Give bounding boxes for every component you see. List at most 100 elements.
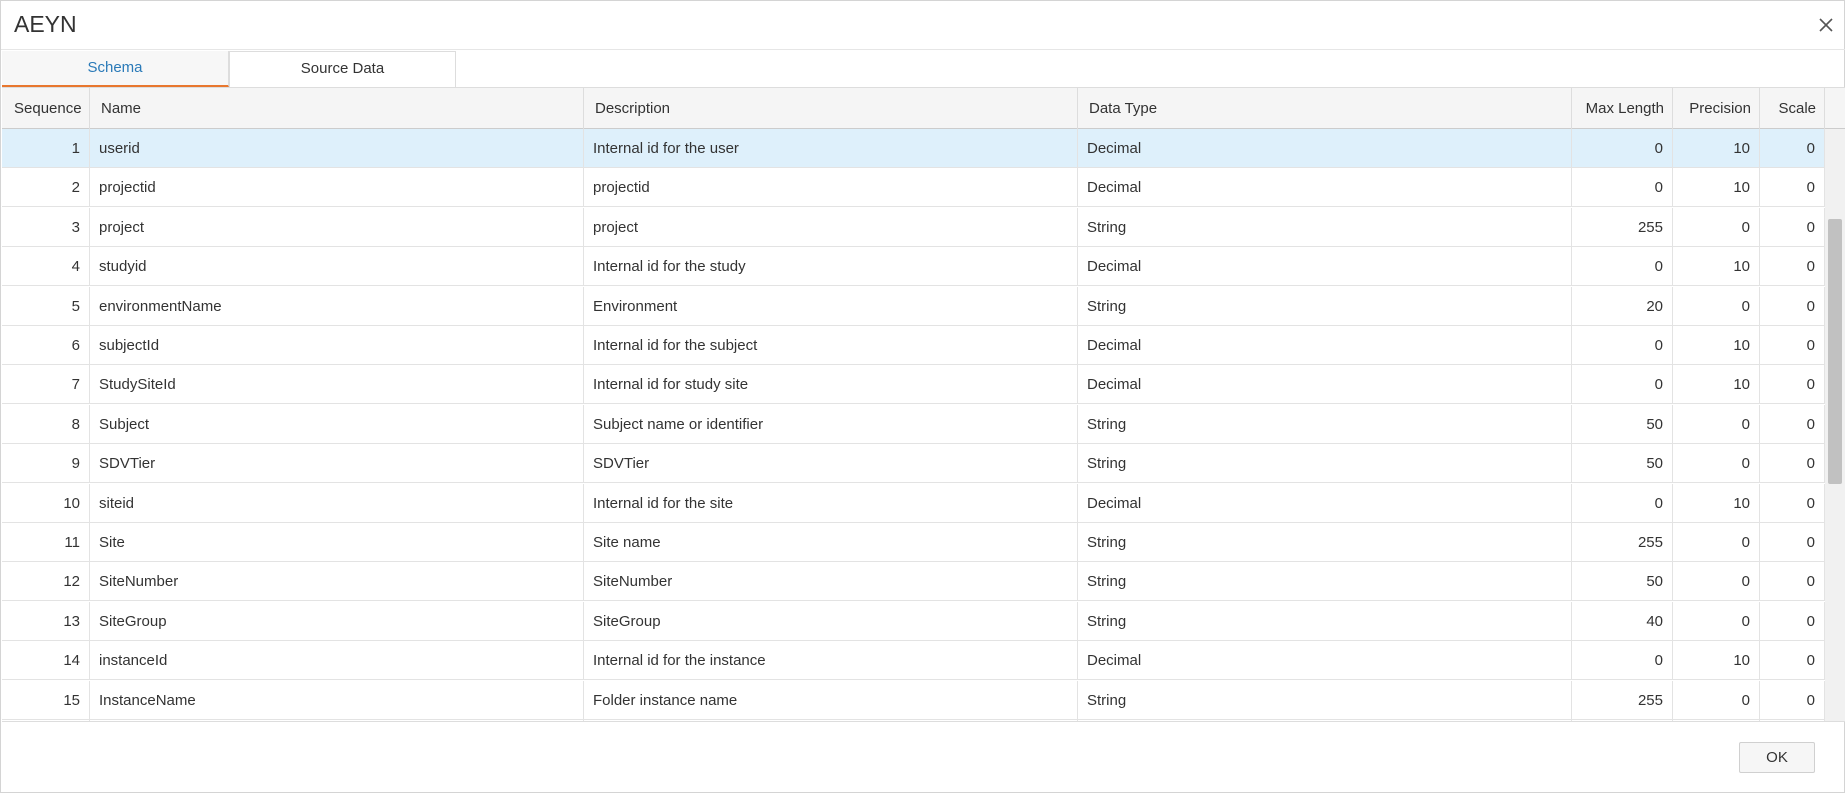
cell-data-type: Decimal [1078, 247, 1572, 286]
cell-data-type: Decimal [1078, 365, 1572, 404]
cell-scale: 0 [1760, 287, 1825, 326]
dialog-title: AEYN [14, 11, 77, 37]
cell-max-length: 50 [1572, 405, 1673, 444]
cell-data-type: String [1078, 523, 1572, 562]
column-header-max-length[interactable]: Max Length [1572, 88, 1673, 129]
cell-precision: 0 [1673, 681, 1760, 720]
cell-name: StudySiteId [90, 365, 584, 404]
schema-grid: Sequence Name Description Data Type Max … [2, 87, 1845, 722]
cell-precision: 10 [1673, 326, 1760, 365]
cell-description: SDVTier [584, 444, 1078, 483]
cell-description: Internal id for the subject [584, 326, 1078, 365]
cell-max-length: 0 [1572, 326, 1673, 365]
cell-max-length: 0 [1572, 641, 1673, 680]
cell-precision: 0 [1673, 444, 1760, 483]
column-header-precision[interactable]: Precision [1673, 88, 1760, 129]
table-row[interactable]: 2 projectid projectid Decimal 0 10 0 [2, 168, 1825, 207]
column-header-description[interactable]: Description [584, 88, 1078, 129]
cell-description: project [584, 208, 1078, 247]
table-row[interactable]: 6 subjectId Internal id for the subject Dec… [2, 326, 1825, 365]
cell-sequence: 14 [2, 641, 90, 680]
cell-description: projectid [584, 168, 1078, 207]
cell-data-type: String [1078, 602, 1572, 641]
cell-sequence: 13 [2, 602, 90, 641]
table-row[interactable]: 14 instanceId Internal id for the instance… [2, 641, 1825, 680]
cell-description: SiteNumber [584, 562, 1078, 601]
close-icon [1819, 18, 1833, 32]
column-header-sequence[interactable]: Sequence [2, 88, 90, 129]
close-button[interactable] [1816, 15, 1836, 35]
cell-precision: 10 [1673, 365, 1760, 404]
cell-max-length: 0 [1572, 129, 1673, 168]
cell-precision: 0 [1673, 208, 1760, 247]
cell-scale: 0 [1760, 562, 1825, 601]
cell-name: subjectId [90, 326, 584, 365]
cell-scale: 0 [1760, 326, 1825, 365]
cell-precision: 10 [1673, 641, 1760, 680]
table-row[interactable]: 9 SDVTier SDVTier String 50 0 0 [2, 444, 1825, 483]
cell-description: Internal id for the study [584, 247, 1078, 286]
cell-data-type: Decimal [1078, 168, 1572, 207]
table-row[interactable]: 3 project project String 255 0 0 [2, 208, 1825, 247]
cell-description: Internal id for study site [584, 365, 1078, 404]
cell-sequence: 3 [2, 208, 90, 247]
table-row[interactable]: 8 Subject Subject name or identifier String… [2, 405, 1825, 444]
cell-max-length: 0 [1572, 365, 1673, 404]
table-row[interactable]: 7 StudySiteId Internal id for study site De… [2, 365, 1825, 404]
cell-name: studyid [90, 247, 584, 286]
cell-description: Environment [584, 287, 1078, 326]
cell-name: project [90, 208, 584, 247]
cell-scale: 0 [1760, 484, 1825, 523]
cell-scale: 0 [1760, 168, 1825, 207]
cell-data-type: Decimal [1078, 484, 1572, 523]
column-header-data-type[interactable]: Data Type [1078, 88, 1572, 129]
cell-name: environmentName [90, 287, 584, 326]
cell-sequence: 6 [2, 326, 90, 365]
tab-source-data[interactable]: Source Data [229, 51, 456, 87]
cell-description: Subject name or identifier [584, 405, 1078, 444]
cell-scale: 0 [1760, 129, 1825, 168]
cell-name: SiteNumber [90, 562, 584, 601]
table-row[interactable]: 1 userid Internal id for the user Decimal 0 1… [2, 129, 1825, 168]
cell-precision: 10 [1673, 129, 1760, 168]
table-row[interactable]: 10 siteid Internal id for the site Decimal 0… [2, 484, 1825, 523]
cell-description: Site name [584, 523, 1078, 562]
cell-name: Site [90, 523, 584, 562]
ok-button[interactable]: OK [1739, 742, 1815, 773]
cell-name: Subject [90, 405, 584, 444]
cell-data-type: Decimal [1078, 326, 1572, 365]
cell-max-length: 255 [1572, 523, 1673, 562]
table-row[interactable]: 13 SiteGroup SiteGroup String 40 0 0 [2, 602, 1825, 641]
cell-precision: 10 [1673, 247, 1760, 286]
cell-max-length: 20 [1572, 287, 1673, 326]
column-header-name[interactable]: Name [90, 88, 584, 129]
cell-description: Folder instance name [584, 681, 1078, 720]
table-row[interactable]: 4 studyid Internal id for the study Decimal… [2, 247, 1825, 286]
cell-sequence: 12 [2, 562, 90, 601]
vertical-scrollbar[interactable] [1825, 129, 1845, 721]
schema-dialog: AEYN Schema Source Data Sequence Name De… [0, 0, 1845, 793]
cell-scale: 0 [1760, 641, 1825, 680]
column-header-scale[interactable]: Scale [1760, 88, 1825, 129]
cell-scale: 0 [1760, 681, 1825, 720]
cell-name: InstanceName [90, 681, 584, 720]
scrollbar-thumb[interactable] [1828, 219, 1842, 484]
tab-schema[interactable]: Schema [2, 51, 229, 87]
cell-sequence: 10 [2, 484, 90, 523]
cell-precision: 0 [1673, 602, 1760, 641]
table-row[interactable]: 15 InstanceName Folder instance name String… [2, 681, 1825, 720]
cell-sequence: 11 [2, 523, 90, 562]
table-row[interactable]: 5 environmentName Environment String 20 0 0 [2, 287, 1825, 326]
table-row[interactable]: 11 Site Site name String 255 0 0 [2, 523, 1825, 562]
cell-scale: 0 [1760, 602, 1825, 641]
table-row[interactable]: 12 SiteNumber SiteNumber String 50 0 0 [2, 562, 1825, 601]
cell-max-length: 0 [1572, 484, 1673, 523]
cell-description: SiteGroup [584, 602, 1078, 641]
cell-sequence: 1 [2, 129, 90, 168]
cell-description: Internal id for the instance [584, 641, 1078, 680]
grid-header: Sequence Name Description Data Type Max … [2, 88, 1845, 129]
cell-data-type: String [1078, 287, 1572, 326]
cell-max-length: 40 [1572, 602, 1673, 641]
cell-data-type: String [1078, 208, 1572, 247]
cell-sequence: 2 [2, 168, 90, 207]
